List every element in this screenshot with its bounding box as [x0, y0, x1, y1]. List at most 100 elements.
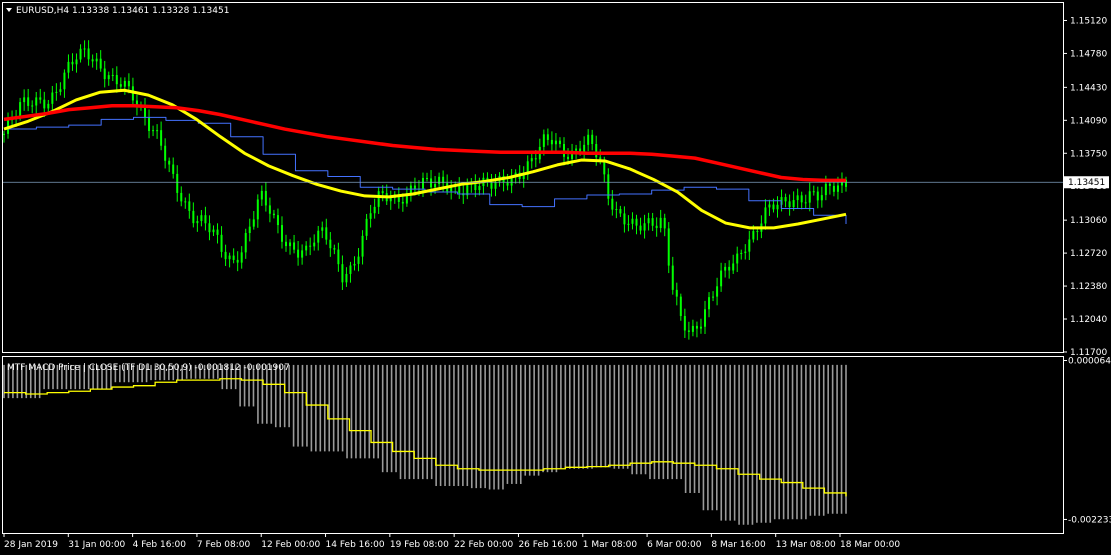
candle-body — [784, 197, 787, 202]
candle-body — [728, 266, 731, 271]
candle-body — [188, 201, 191, 211]
candle-body — [293, 242, 296, 250]
candle-body — [160, 130, 163, 146]
candle-body — [800, 195, 803, 203]
candle-body — [345, 273, 348, 283]
candle-body — [426, 177, 429, 179]
candle-body — [421, 177, 424, 189]
candle-body — [107, 75, 110, 80]
red-ma-line — [3, 104, 846, 183]
candle-body — [99, 58, 102, 69]
time-axis-label: 31 Jan 00:00 — [68, 540, 125, 550]
candle-body — [111, 75, 114, 77]
time-axis-label: 28 Jan 2019 — [4, 540, 58, 550]
candle-body — [506, 182, 509, 186]
candle-body — [317, 230, 320, 243]
candle-body — [280, 225, 283, 242]
time-axis-label: 1 Mar 08:00 — [583, 540, 638, 550]
triangle-down-icon[interactable] — [6, 8, 12, 12]
candle-body — [808, 191, 811, 203]
candle-body — [289, 242, 292, 247]
candle-body — [691, 325, 694, 332]
candle-body — [256, 199, 259, 220]
candle-body — [381, 191, 384, 194]
candle-body — [67, 61, 70, 73]
candle-body — [615, 209, 618, 211]
candle-body — [216, 229, 219, 235]
candle-body — [208, 223, 211, 233]
thin-blue-line — [4, 116, 847, 225]
time-axis-label: 14 Feb 16:00 — [326, 540, 385, 550]
candle-body — [591, 134, 594, 144]
candle-body — [176, 173, 179, 193]
indicator-axis-label: 0.000064 — [1068, 356, 1111, 366]
candle-body — [75, 59, 78, 65]
candle-body — [353, 263, 356, 266]
candle-body — [31, 105, 34, 107]
candle-body — [720, 270, 723, 287]
candle-body — [309, 245, 312, 247]
candle-body — [349, 265, 352, 274]
candle-body — [655, 225, 658, 229]
candle-body — [401, 201, 404, 204]
candle-body — [369, 213, 372, 219]
candle-body — [736, 253, 739, 264]
candle-body — [27, 97, 30, 106]
time-axis-label: 22 Feb 00:00 — [454, 540, 513, 550]
candle-body — [752, 231, 755, 240]
candle-body — [671, 265, 674, 290]
candle-body — [248, 226, 251, 233]
candle-body — [63, 72, 66, 90]
candle-body — [804, 202, 807, 204]
candle-body — [180, 192, 183, 202]
candle-body — [756, 231, 759, 233]
candle-body — [530, 158, 533, 162]
candle-body — [83, 48, 86, 50]
candle-body — [51, 92, 54, 104]
candle-body — [148, 117, 151, 131]
candle-body — [712, 296, 715, 298]
current-price-label: 1.13451 — [1068, 178, 1105, 188]
candle-body — [812, 191, 815, 193]
candle-body — [333, 248, 336, 250]
candle-body — [776, 204, 779, 210]
candle-body — [768, 204, 771, 208]
candle-body — [708, 297, 711, 310]
time-axis-label: 7 Feb 08:00 — [197, 540, 251, 550]
candle-body — [832, 185, 835, 192]
chart-canvas[interactable]: 1.15120 1.14780 1.14430 1.14090 1.13750 1.134… — [0, 0, 1111, 555]
candle-body — [687, 330, 690, 332]
candle-body — [224, 251, 227, 260]
candle-body — [816, 191, 819, 201]
candle-body — [260, 190, 263, 200]
yellow-ma-line — [3, 88, 847, 230]
candle-body — [228, 255, 231, 260]
candle-body — [542, 134, 545, 147]
main-chart-frame — [2, 2, 1064, 353]
price-axis-label: 1.12380 — [1070, 282, 1107, 292]
candle-body — [546, 134, 549, 140]
indicator-frame — [2, 356, 1064, 534]
candle-body — [71, 61, 74, 65]
candle-body — [361, 235, 364, 257]
candle-body — [212, 229, 215, 233]
candle-body — [220, 234, 223, 252]
time-axis-label: 6 Mar 00:00 — [647, 540, 702, 550]
candle-body — [87, 48, 90, 60]
candle-body — [373, 206, 376, 214]
candle-body — [836, 185, 839, 192]
candle-body — [301, 250, 304, 258]
candle-body — [365, 218, 368, 236]
price-axis-label: 1.14430 — [1070, 83, 1107, 93]
time-axis-label: 8 Mar 16:00 — [711, 540, 766, 550]
candle-body — [337, 249, 340, 265]
candle-body — [695, 325, 698, 329]
candle-body — [305, 245, 308, 251]
candle-body — [329, 239, 332, 249]
candle-body — [438, 176, 441, 184]
candle-body — [240, 252, 243, 263]
candle-body — [651, 218, 654, 226]
candle-body — [127, 80, 130, 87]
signal-line — [4, 378, 847, 497]
candle-body — [357, 256, 360, 264]
